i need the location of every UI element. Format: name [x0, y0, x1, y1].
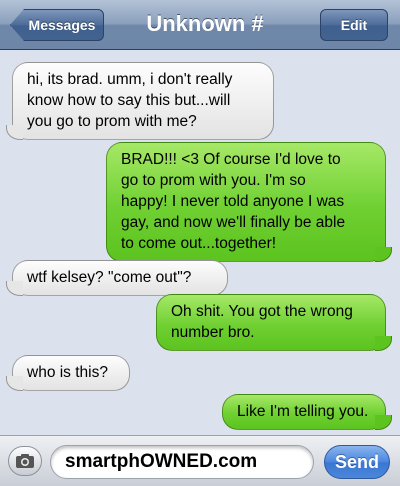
message-line: wtf kelsey? "come out"? [27, 269, 192, 286]
back-to-messages-button[interactable]: Messages [10, 9, 104, 41]
message-line: happy! I never told anyone I was [121, 193, 345, 210]
message-thread: hi, its brad. umm, i don't really know h… [0, 51, 400, 431]
message-input-text: smartphOWNED.com [65, 451, 258, 472]
camera-button[interactable] [8, 446, 42, 476]
message-bubble-incoming: wtf kelsey? "come out"? [12, 260, 228, 296]
message-line: go to prom with you. I'm so [121, 172, 306, 189]
edit-button-label: Edit [340, 17, 368, 33]
nav-bar: Messages Unknown # Edit [0, 0, 400, 50]
compose-bar: smartphOWNED.com Send [0, 435, 400, 486]
conversation-title: Unknown # [146, 11, 264, 36]
message-bubble-outgoing: Oh shit. You got the wrong number bro. [156, 294, 392, 351]
message-line: to come out...together! [121, 235, 277, 252]
message-line: you go to prom with me? [27, 113, 197, 130]
message-bubble-outgoing: BRAD!!! <3 Of course I'd love to go to p… [106, 142, 392, 262]
message-bubble-incoming: who is this? [12, 355, 130, 391]
message-bubble-outgoing: Like I'm telling you. [222, 394, 392, 430]
message-line: number bro. [171, 324, 255, 341]
message-line: Like I'm telling you. [237, 403, 369, 420]
back-button-label: Messages [28, 17, 96, 33]
message-line: Oh shit. You got the wrong [171, 303, 353, 320]
message-line: hi, its brad. umm, i don't really [27, 71, 233, 88]
edit-button[interactable]: Edit [320, 9, 388, 41]
message-line: who is this? [27, 364, 108, 381]
message-line: know how to say this but...will [27, 92, 231, 109]
message-line: gay, and now we'll finally be able [121, 214, 346, 231]
message-input[interactable]: smartphOWNED.com [50, 445, 314, 479]
send-button[interactable]: Send [324, 445, 390, 479]
camera-icon [16, 454, 34, 468]
message-bubble-incoming: hi, its brad. umm, i don't really know h… [12, 62, 274, 140]
message-line: BRAD!!! <3 Of course I'd love to [121, 151, 341, 168]
send-button-label: Send [334, 451, 379, 472]
